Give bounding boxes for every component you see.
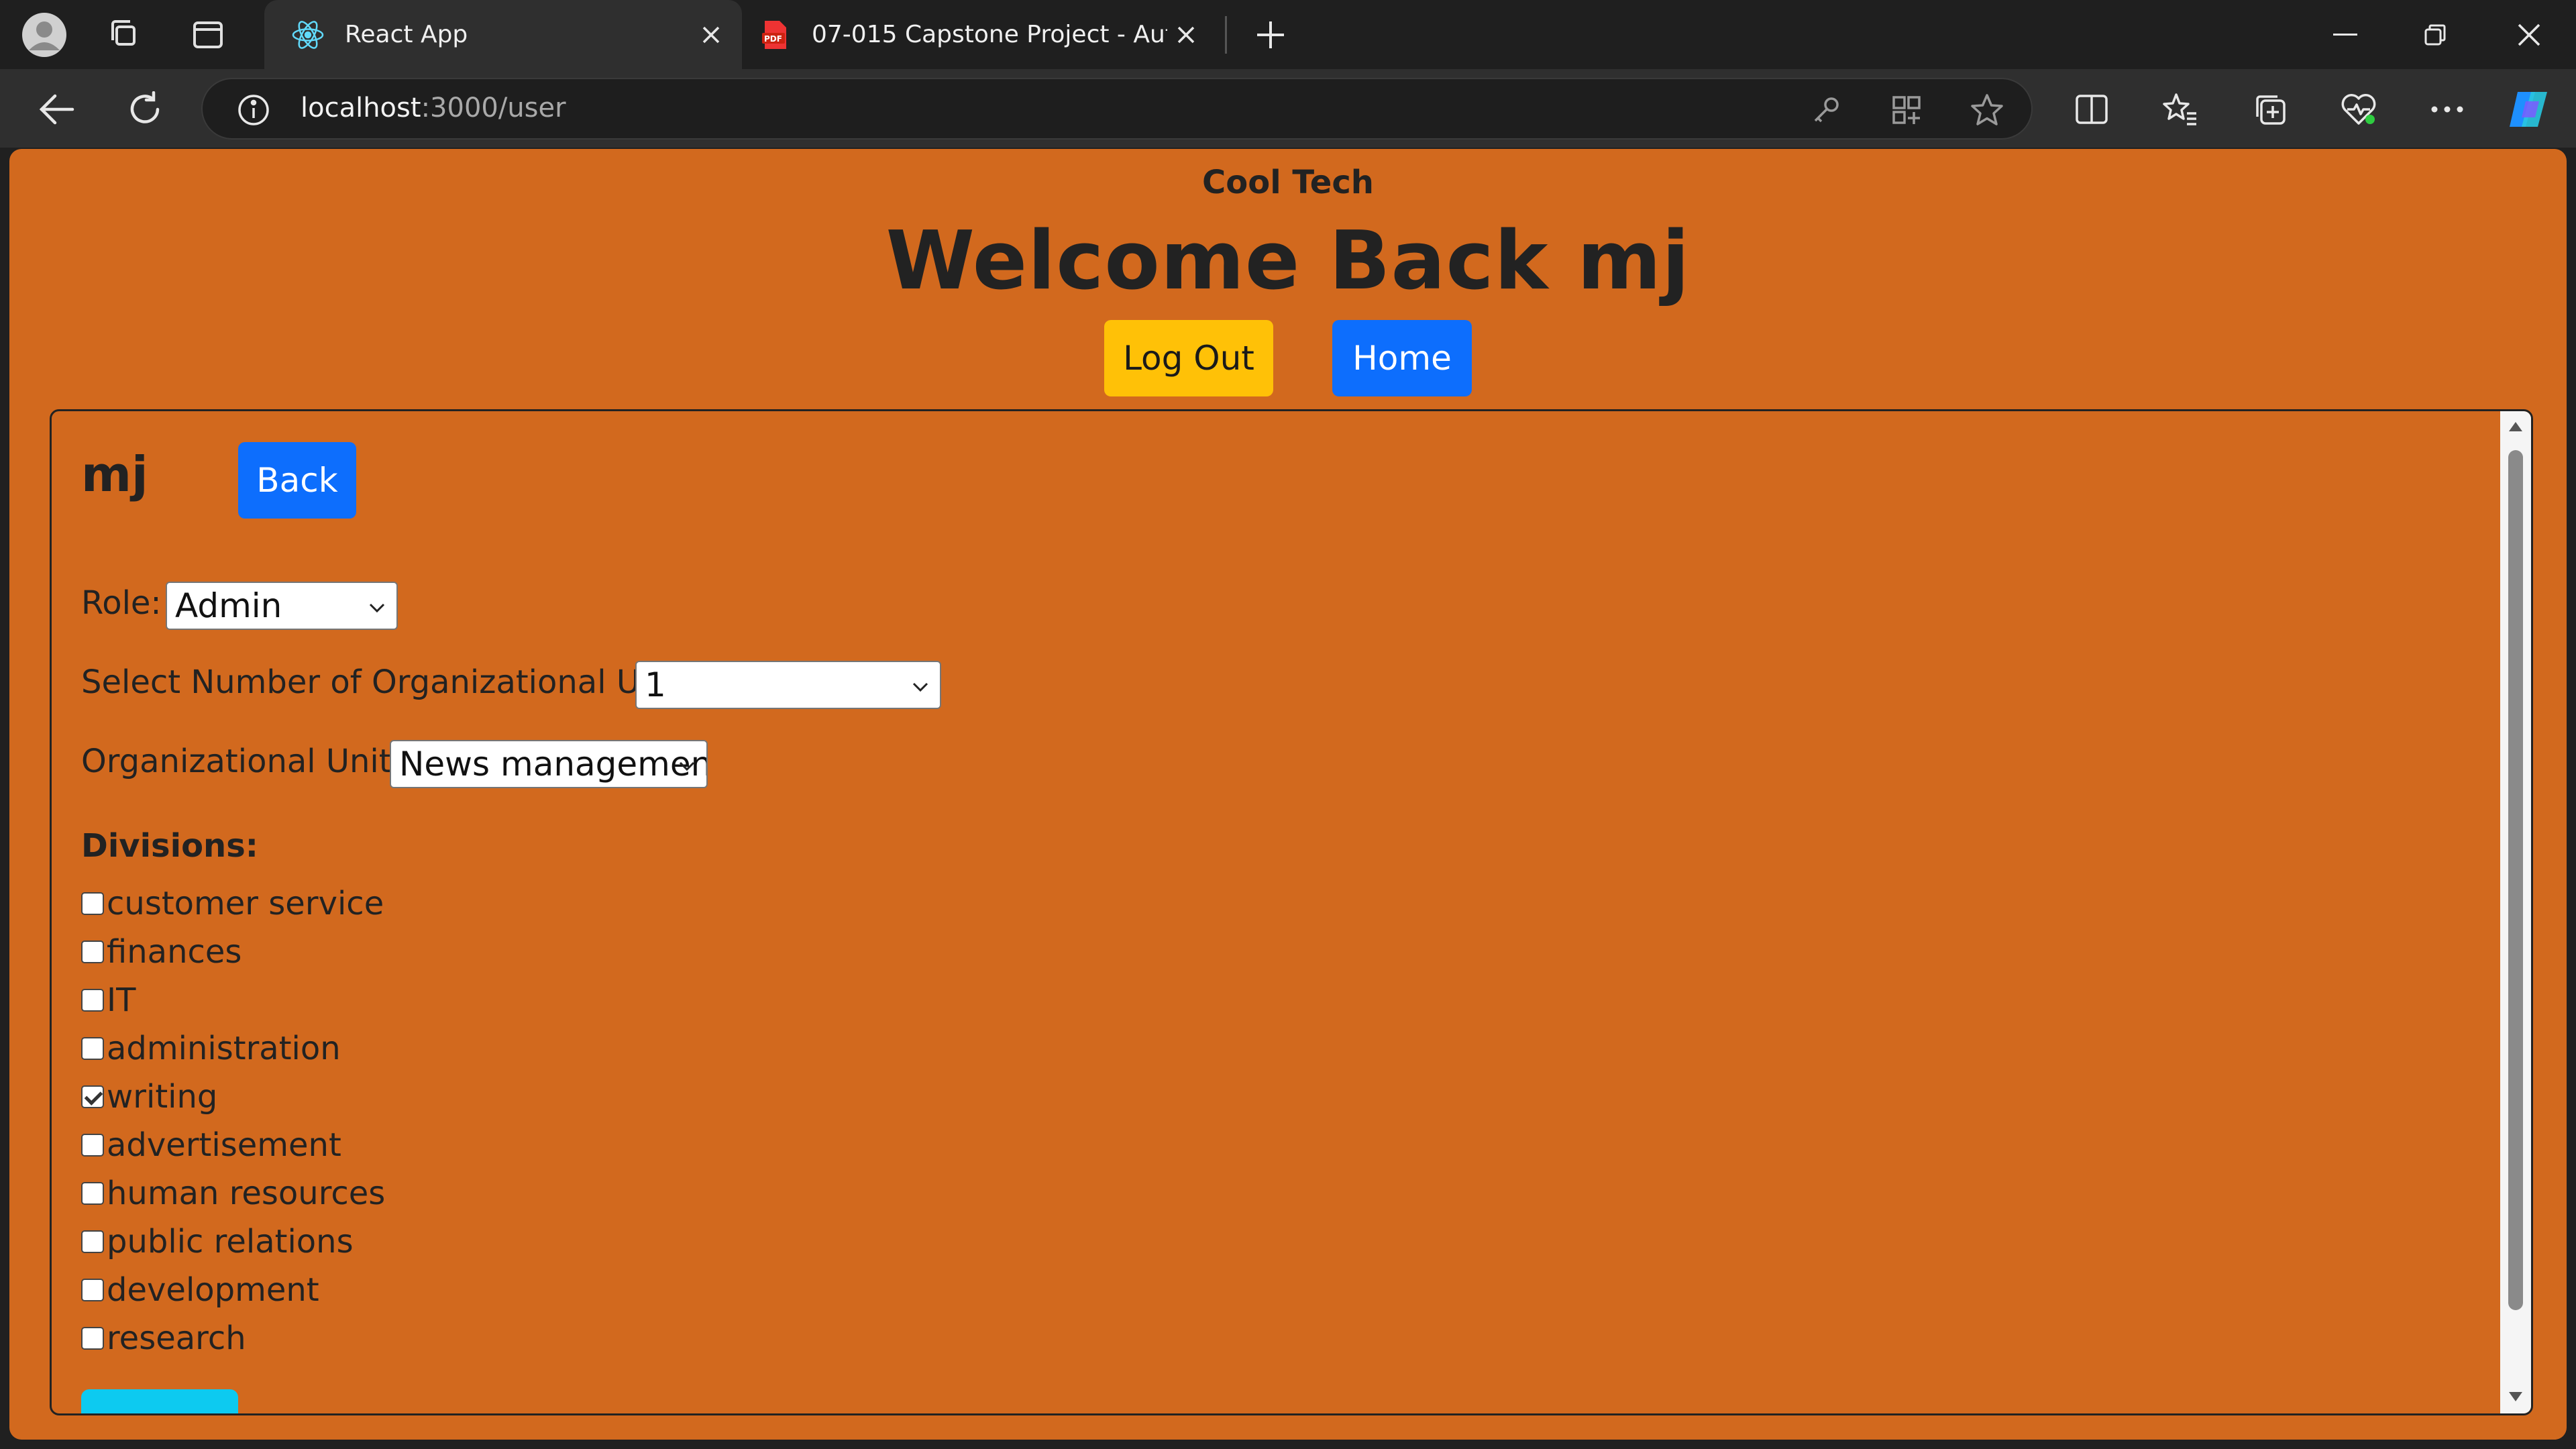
ou-select-value: News management xyxy=(399,745,708,784)
division-label: advertisement xyxy=(107,1126,341,1164)
division-item[interactable]: advertisement xyxy=(81,1125,341,1165)
division-checkbox[interactable] xyxy=(81,1182,104,1205)
refresh-icon[interactable] xyxy=(118,83,172,136)
minimize-icon[interactable] xyxy=(2312,12,2379,58)
division-label: writing xyxy=(107,1078,218,1116)
role-select[interactable]: Admin xyxy=(166,582,398,630)
chevron-down-icon xyxy=(369,603,385,613)
welcome-heading: Welcome Back mj xyxy=(885,215,1690,308)
user-name-heading: mj xyxy=(81,446,148,502)
close-tab-icon[interactable] xyxy=(696,20,726,50)
chevron-down-icon xyxy=(679,761,695,771)
key-icon[interactable] xyxy=(1805,89,1847,131)
division-item[interactable]: human resources xyxy=(81,1173,385,1214)
react-icon xyxy=(291,18,325,52)
pdf-icon: PDF xyxy=(758,18,792,52)
favorite-star-icon[interactable] xyxy=(1966,89,2008,131)
division-label: research xyxy=(107,1320,246,1357)
page-content: Cool Tech Welcome Back mj Log Out Home m… xyxy=(9,149,2567,1440)
log-out-button[interactable]: Log Out xyxy=(1104,320,1273,396)
division-checkbox[interactable] xyxy=(81,892,104,915)
division-label: finances xyxy=(107,933,242,971)
copilot-icon[interactable] xyxy=(2502,83,2556,136)
close-window-icon[interactable] xyxy=(2496,12,2563,58)
ou-label: Organizational Unit: xyxy=(81,743,402,780)
ou-select[interactable]: News management xyxy=(390,740,708,788)
tab-bar: React App PDF 07-015 Capstone Project - … xyxy=(0,0,2576,69)
more-options-icon[interactable] xyxy=(2420,83,2474,136)
scrollbar[interactable] xyxy=(2500,411,2531,1413)
division-item[interactable]: customer service xyxy=(81,883,384,924)
role-select-value: Admin xyxy=(175,586,282,625)
tab-divider xyxy=(1225,16,1227,54)
tab-title: React App xyxy=(345,21,468,48)
division-item[interactable]: administration xyxy=(81,1028,341,1069)
ou-count-label: Select Number of Organizational Unit: xyxy=(81,663,693,701)
division-checkbox[interactable] xyxy=(81,1327,104,1350)
profile-avatar-icon[interactable] xyxy=(19,9,70,60)
division-checkbox[interactable] xyxy=(81,1085,104,1108)
division-item[interactable]: research xyxy=(81,1318,246,1358)
division-label: customer service xyxy=(107,885,384,922)
url-text[interactable]: localhost:3000/user xyxy=(301,93,566,123)
ou-count-select-value: 1 xyxy=(645,665,666,704)
division-item[interactable]: development xyxy=(81,1270,319,1310)
tab-title: 07-015 Capstone Project - Auther xyxy=(812,21,1167,48)
division-checkbox[interactable] xyxy=(81,1134,104,1157)
new-tab-icon[interactable] xyxy=(1245,9,1296,60)
browser-toolbar: localhost:3000/user xyxy=(0,69,2576,148)
division-item[interactable]: IT xyxy=(81,980,136,1020)
window-bottom-edge xyxy=(0,1440,2576,1449)
role-label: Role: xyxy=(81,584,162,622)
address-bar[interactable]: localhost:3000/user xyxy=(201,78,2033,140)
restore-icon[interactable] xyxy=(2402,12,2469,58)
division-label: administration xyxy=(107,1030,341,1067)
svg-text:PDF: PDF xyxy=(764,34,782,44)
division-checkbox[interactable] xyxy=(81,989,104,1012)
tab-react-app[interactable]: React App xyxy=(264,0,742,69)
browser-essentials-icon[interactable] xyxy=(2332,83,2385,136)
app-available-icon[interactable] xyxy=(1885,89,1928,131)
scroll-up-icon[interactable] xyxy=(2509,422,2522,431)
division-checkbox[interactable] xyxy=(81,1037,104,1060)
tab-capstone-pdf[interactable]: PDF 07-015 Capstone Project - Auther xyxy=(749,0,1228,69)
back-arrow-icon[interactable] xyxy=(30,83,83,136)
home-button[interactable]: Home xyxy=(1332,320,1472,396)
division-label: human resources xyxy=(107,1175,386,1212)
division-item[interactable]: finances xyxy=(81,932,241,972)
user-panel: mj Back Role: Admin Select Number of Org… xyxy=(50,409,2533,1415)
split-screen-icon[interactable] xyxy=(2065,83,2118,136)
save-button[interactable] xyxy=(81,1389,238,1413)
back-button[interactable]: Back xyxy=(238,442,356,519)
ou-count-select[interactable]: 1 xyxy=(635,661,941,709)
tab-actions-icon[interactable] xyxy=(182,9,233,60)
favorites-icon[interactable] xyxy=(2153,83,2207,136)
workspaces-icon[interactable] xyxy=(99,9,150,60)
close-tab-icon[interactable] xyxy=(1171,20,1201,50)
scrollbar-thumb[interactable] xyxy=(2508,450,2523,1310)
division-checkbox[interactable] xyxy=(81,1230,104,1253)
division-item[interactable]: writing xyxy=(81,1077,217,1117)
brand-name: Cool Tech xyxy=(1202,164,1374,201)
collections-icon[interactable] xyxy=(2243,83,2297,136)
scroll-down-icon[interactable] xyxy=(2509,1392,2522,1401)
divisions-heading: Divisions: xyxy=(81,827,258,865)
site-info-icon[interactable] xyxy=(232,89,275,131)
division-label: public relations xyxy=(107,1223,354,1260)
division-checkbox[interactable] xyxy=(81,941,104,963)
division-label: IT xyxy=(107,981,136,1019)
division-label: development xyxy=(107,1271,319,1309)
division-item[interactable]: public relations xyxy=(81,1222,354,1262)
division-checkbox[interactable] xyxy=(81,1279,104,1301)
chevron-down-icon xyxy=(912,682,928,692)
